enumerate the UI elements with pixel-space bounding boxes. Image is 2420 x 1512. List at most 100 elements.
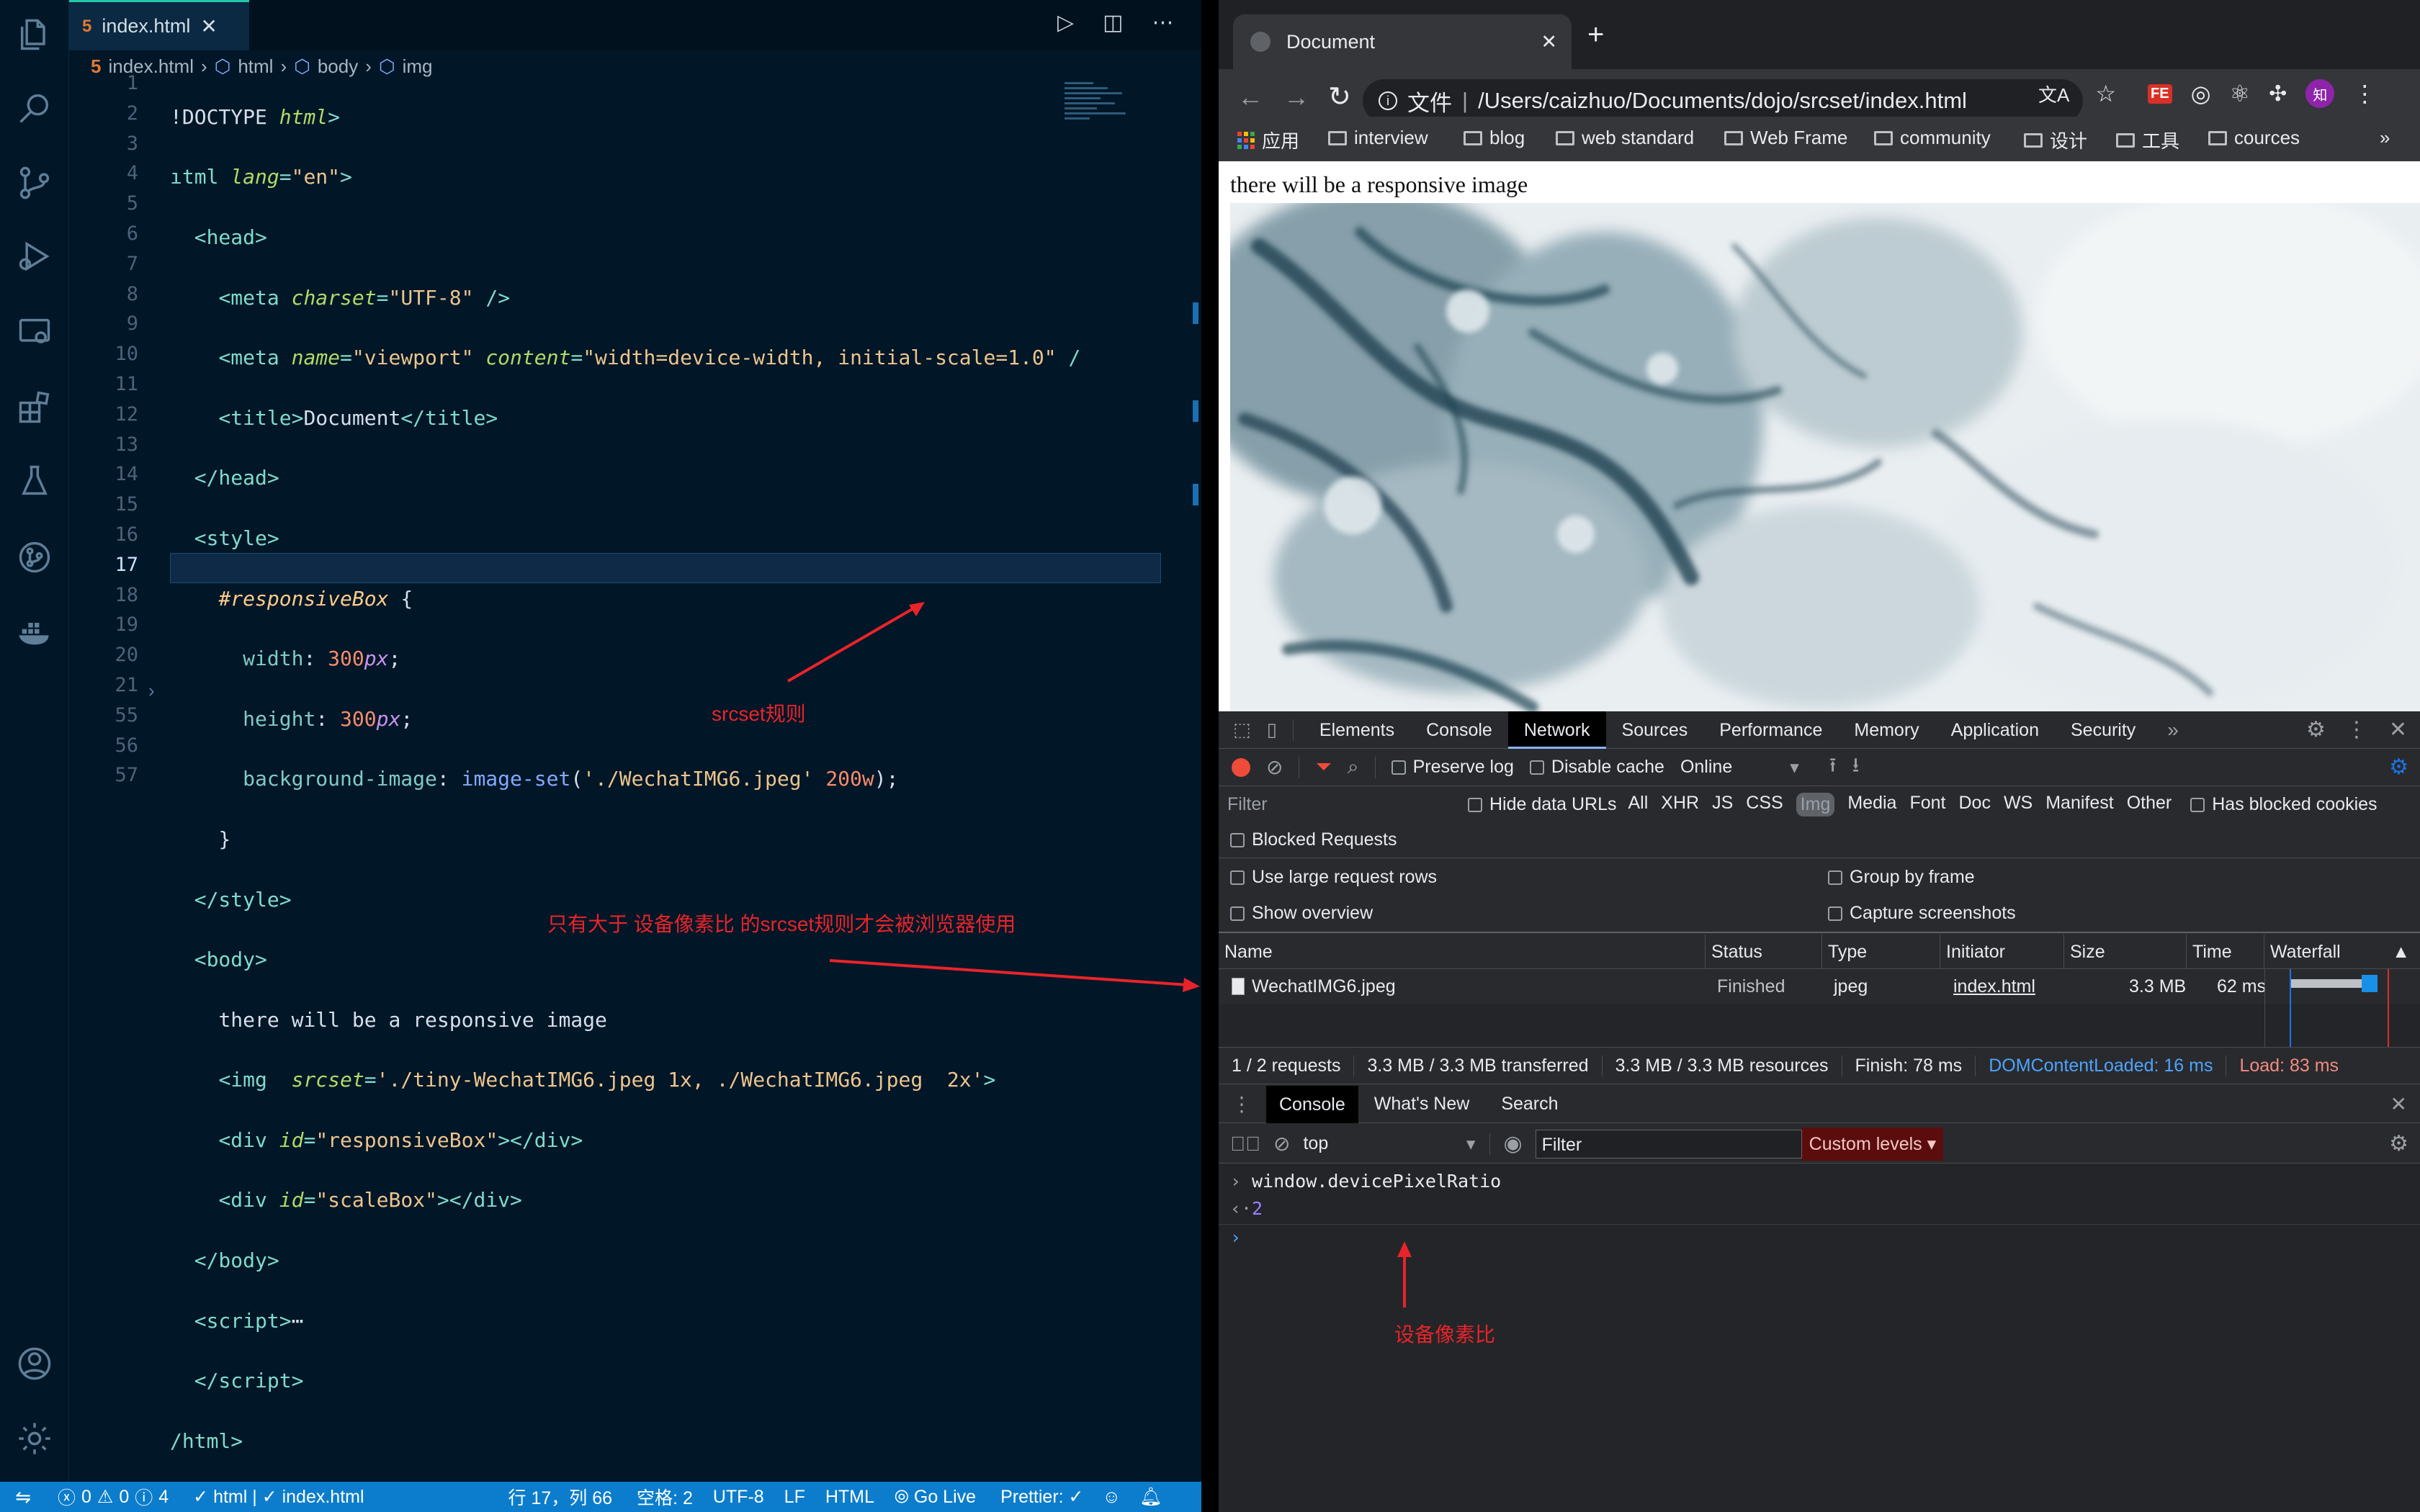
remote-icon[interactable]: ⇋ [0, 1486, 46, 1508]
eol[interactable]: LF [784, 1487, 805, 1508]
checkbox[interactable] [1529, 760, 1544, 775]
puzzle-icon[interactable]: ✣ [2269, 81, 2287, 107]
bookmark-folder[interactable]: 设计 [2024, 127, 2087, 153]
import-har-icon[interactable]: ⭱ [1829, 750, 1837, 785]
translate-icon[interactable]: 文A [2038, 81, 2069, 107]
checkbox[interactable] [1230, 833, 1245, 848]
throttle-select[interactable]: Online ▾ [1680, 757, 1799, 778]
bookmark-folder[interactable]: blog [1464, 127, 1525, 149]
devtools-tab-application[interactable]: Application [1935, 711, 2055, 749]
column-name[interactable]: Name [1219, 935, 1706, 969]
clear-console-icon[interactable]: ⊘ [1273, 1132, 1290, 1156]
type-filter-font[interactable]: Font [1909, 793, 1945, 816]
type-filter-other[interactable]: Other [2127, 793, 2172, 816]
context-select[interactable]: top ▾ [1303, 1133, 1491, 1155]
tab-index-html[interactable]: 5 index.html ✕ [69, 0, 249, 50]
fold-chevron-icon[interactable]: › [148, 680, 155, 702]
column-waterfall[interactable]: Waterfall ▲ [2264, 935, 2420, 969]
checkbox[interactable] [1828, 906, 1842, 922]
bookmarks-overflow-icon[interactable]: » [2380, 127, 2390, 149]
checkbox[interactable] [1391, 760, 1406, 775]
record-button[interactable] [1232, 757, 1250, 777]
cursor-position[interactable]: 行 17，列 66 [508, 1484, 613, 1510]
bookmark-folder[interactable]: web standard [1556, 127, 1694, 149]
close-devtools-icon[interactable]: ✕ [2389, 717, 2407, 742]
console-settings-icon[interactable]: ⚙ [2389, 1131, 2408, 1156]
bookmark-apps[interactable]: 应用 [1237, 127, 1299, 153]
devtools-tab-performance[interactable]: Performance [1703, 711, 1838, 749]
problems-indicator[interactable]: ⓧ 0 ⚠ 0 ⓘ 4 [58, 1484, 169, 1510]
inspect-element-icon[interactable]: ⬚ [1233, 719, 1251, 741]
devtools-tab-memory[interactable]: Memory [1838, 711, 1935, 749]
language-mode[interactable]: HTML [825, 1487, 874, 1508]
devtools-tab-elements[interactable]: Elements [1304, 711, 1410, 749]
search-icon[interactable]: ⌕ [1348, 755, 1359, 779]
checkbox[interactable] [1828, 870, 1842, 886]
browser-tab-document[interactable]: Document ✕ [1233, 14, 1572, 69]
more-actions-icon[interactable]: ⋯ [1152, 10, 1173, 35]
new-tab-icon[interactable]: + [1587, 19, 1604, 51]
account-icon[interactable] [16, 1345, 53, 1382]
hide-data-urls-checkbox[interactable]: Hide data URLs [1468, 794, 1616, 815]
checkbox[interactable] [1468, 797, 1482, 812]
capture-screenshots-checkbox[interactable]: Capture screenshots [1828, 903, 2016, 924]
settings-gear-icon[interactable]: ⚙ [2306, 717, 2326, 742]
source-control-icon[interactable] [16, 164, 53, 202]
has-blocked-cookies-checkbox[interactable]: Has blocked cookies [2190, 794, 2378, 815]
network-settings-icon[interactable]: ⚙ [2389, 755, 2408, 780]
checkbox[interactable] [2190, 797, 2205, 812]
devtools-tab-security[interactable]: Security [2055, 711, 2151, 749]
filter-funnel-icon[interactable]: ⏷ [1315, 755, 1331, 779]
close-tab-icon[interactable]: ✕ [1541, 31, 1557, 53]
bookmark-folder[interactable]: community [1874, 127, 1991, 149]
drawer-tab-whats-new[interactable]: What's New [1358, 1094, 1486, 1115]
remote-explorer-icon[interactable] [16, 314, 53, 351]
devtools-tab-console[interactable]: Console [1410, 711, 1508, 749]
close-drawer-icon[interactable]: ✕ [2390, 1092, 2407, 1116]
bookmark-folder[interactable]: cources [2208, 127, 2300, 149]
extensions-icon[interactable] [16, 389, 53, 426]
type-filter-doc[interactable]: Doc [1958, 793, 1990, 816]
indentation[interactable]: 空格: 2 [637, 1484, 693, 1510]
checkbox[interactable] [1230, 870, 1245, 886]
testing-icon[interactable] [16, 462, 53, 500]
chrome-menu-icon[interactable]: ⋮ [2353, 80, 2376, 107]
run-debug-icon[interactable] [16, 238, 53, 275]
devtools-tab-sources[interactable]: Sources [1606, 711, 1704, 749]
type-filter-all[interactable]: All [1628, 793, 1648, 816]
preserve-log-checkbox[interactable]: Preserve log [1391, 757, 1514, 778]
type-filter-media[interactable]: Media [1847, 793, 1896, 816]
drawer-menu-icon[interactable]: ⋮ [1232, 1092, 1252, 1116]
column-initiator[interactable]: Initiator [1940, 935, 2064, 969]
large-rows-checkbox[interactable]: Use large request rows [1230, 867, 1437, 888]
clear-icon[interactable]: ⊘ [1266, 755, 1283, 779]
encoding[interactable]: UTF-8 [713, 1487, 764, 1508]
log-levels-select[interactable]: Custom levels ▾ [1801, 1127, 1944, 1161]
filter-input[interactable]: Filter [1227, 794, 1458, 815]
group-by-frame-checkbox[interactable]: Group by frame [1828, 867, 1975, 888]
bookmark-folder[interactable]: Web Frame [1724, 127, 1847, 149]
reload-icon[interactable]: ↻ [1328, 81, 1351, 113]
feedback-icon[interactable]: ☺ [1102, 1487, 1121, 1508]
run-icon[interactable]: ▷ [1057, 10, 1074, 35]
more-tabs-icon[interactable]: » [2167, 719, 2179, 742]
disable-cache-checkbox[interactable]: Disable cache [1529, 757, 1664, 778]
record-extension-icon[interactable]: ◎ [2191, 80, 2211, 107]
console-filter-input[interactable]: Filter [1535, 1129, 1802, 1158]
sidebar-toggle-icon[interactable]: ▸⃞ [1230, 1133, 1260, 1156]
column-time[interactable]: Time [2187, 935, 2264, 969]
column-type[interactable]: Type [1822, 935, 1940, 969]
search-icon[interactable] [16, 89, 53, 127]
notifications-icon[interactable]: 🔔︎ [1139, 1487, 1162, 1508]
html-check[interactable]: ✓ html | ✓ index.html [193, 1486, 364, 1508]
export-har-icon[interactable]: ⭳ [1852, 750, 1860, 785]
go-live[interactable]: ⦾ Go Live [895, 1487, 976, 1508]
settings-gear-icon[interactable] [16, 1420, 53, 1457]
column-size[interactable]: Size [2064, 935, 2187, 969]
type-filter-manifest[interactable]: Manifest [2045, 793, 2113, 816]
devtools-tab-network[interactable]: Network [1507, 711, 1606, 749]
show-overview-checkbox[interactable]: Show overview [1230, 903, 1373, 924]
table-row[interactable]: WechatIMG6.jpeg Finished jpeg index.html… [1219, 969, 2420, 1004]
type-filter-ws[interactable]: WS [2004, 793, 2033, 816]
drawer-tab-console[interactable]: Console [1266, 1085, 1358, 1123]
